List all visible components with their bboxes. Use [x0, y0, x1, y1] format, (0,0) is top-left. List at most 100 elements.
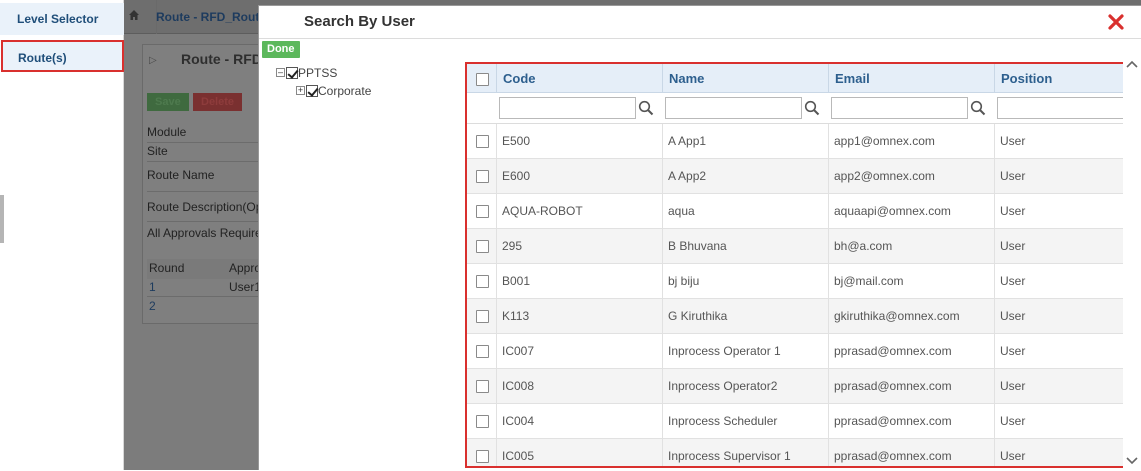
- cell-email: bh@a.com: [828, 229, 994, 264]
- user-grid: Code Name Email Position E500 A App1 app1@…: [465, 62, 1125, 468]
- collapse-icon[interactable]: –: [276, 68, 285, 78]
- tree-label-root[interactable]: PPTSS: [298, 66, 337, 80]
- email-filter-input[interactable]: [831, 97, 968, 119]
- cell-email: pprasad@omnex.com: [828, 404, 994, 439]
- cell-position: User: [994, 404, 1123, 439]
- cell-name: G Kiruthika: [662, 299, 828, 334]
- table-row[interactable]: IC008 Inprocess Operator2 pprasad@omnex.co…: [467, 369, 1123, 404]
- tree-label-corporate[interactable]: Corporate: [318, 84, 371, 98]
- cell-position: User: [994, 299, 1123, 334]
- grid-filter-row: [467, 93, 1123, 124]
- row-checkbox[interactable]: [476, 450, 489, 463]
- row-checkbox[interactable]: [476, 310, 489, 323]
- table-row[interactable]: E600 A App2 app2@omnex.com User: [467, 159, 1123, 194]
- cell-code: E500: [496, 124, 662, 159]
- cell-email: pprasad@omnex.com: [828, 334, 994, 369]
- position-filter-input[interactable]: [997, 97, 1123, 119]
- column-header-position[interactable]: Position: [994, 64, 1123, 93]
- column-header-name[interactable]: Name: [662, 64, 828, 93]
- cell-name: Inprocess Scheduler: [662, 404, 828, 439]
- column-header-email[interactable]: Email: [828, 64, 994, 93]
- name-filter-input[interactable]: [665, 97, 802, 119]
- route-panel: ▷ Route - RFD Save Delete Module Site Ro…: [142, 44, 272, 324]
- close-icon[interactable]: [1107, 13, 1125, 31]
- cell-code: E600: [496, 159, 662, 194]
- divider: [147, 161, 271, 162]
- save-button[interactable]: Save: [147, 93, 189, 111]
- dialog-title: Search By User: [304, 13, 415, 30]
- round-link-2[interactable]: 2: [149, 299, 156, 313]
- tree-node-corporate[interactable]: + Corporate: [296, 83, 371, 98]
- cell-code: K113: [496, 299, 662, 334]
- cell-email: app2@omnex.com: [828, 159, 994, 194]
- field-label-route-name: Route Name: [147, 168, 215, 182]
- round-link-1[interactable]: 1: [149, 280, 156, 294]
- cell-name: Inprocess Operator2: [662, 369, 828, 404]
- divider: [147, 221, 271, 222]
- select-all-checkbox[interactable]: [476, 73, 489, 86]
- tree-checkbox-root[interactable]: [286, 66, 298, 79]
- cell-name: Inprocess Operator 1: [662, 334, 828, 369]
- row-checkbox[interactable]: [476, 170, 489, 183]
- cell-name: B Bhuvana: [662, 229, 828, 264]
- cell-position: User: [994, 194, 1123, 229]
- tree-checkbox-corporate[interactable]: [306, 84, 318, 97]
- cell-code: AQUA-ROBOT: [496, 194, 662, 229]
- row-checkbox[interactable]: [476, 415, 489, 428]
- table-row[interactable]: IC005 Inprocess Supervisor 1 pprasad@omnex…: [467, 439, 1123, 466]
- table-row[interactable]: E500 A App1 app1@omnex.com User: [467, 124, 1123, 159]
- search-icon[interactable]: [804, 100, 820, 116]
- table-row[interactable]: B001 bj biju bj@mail.com User: [467, 264, 1123, 299]
- nav-routes[interactable]: Route(s): [1, 40, 124, 72]
- cell-email: gkiruthika@omnex.com: [828, 299, 994, 334]
- row-checkbox[interactable]: [476, 345, 489, 358]
- field-label-module: Module: [147, 125, 187, 139]
- search-by-user-dialog: Search By User Done – PPTSS + Corporate Co…: [258, 5, 1141, 471]
- search-icon[interactable]: [638, 100, 654, 116]
- field-label-all-approvals: All Approvals Require: [147, 226, 262, 240]
- breadcrumb[interactable]: Route - RFD_Route: [156, 10, 266, 24]
- search-icon[interactable]: [970, 100, 986, 116]
- scroll-down-icon[interactable]: [1126, 456, 1138, 466]
- expand-arrow-icon[interactable]: ▷: [149, 55, 169, 73]
- rounds-header-round: Round: [149, 261, 185, 275]
- cell-code: IC008: [496, 369, 662, 404]
- left-navigation: Level Selector Route(s): [0, 0, 124, 470]
- divider: [147, 191, 271, 192]
- left-scroll-indicator: [0, 195, 4, 243]
- done-button[interactable]: Done: [262, 41, 300, 58]
- table-row[interactable]: IC004 Inprocess Scheduler pprasad@omnex.co…: [467, 404, 1123, 439]
- rounds-header-approver: Appro: [229, 261, 262, 275]
- row-checkbox[interactable]: [476, 275, 489, 288]
- dialog-divider: [259, 38, 1141, 39]
- row-checkbox[interactable]: [476, 380, 489, 393]
- cell-code: IC005: [496, 439, 662, 466]
- home-icon[interactable]: [128, 9, 140, 21]
- cell-position: User: [994, 124, 1123, 159]
- cell-email: app1@omnex.com: [828, 124, 994, 159]
- cell-name: aqua: [662, 194, 828, 229]
- divider: [147, 142, 271, 143]
- grid-header: Code Name Email Position: [467, 64, 1123, 93]
- route-panel-title: Route - RFD: [181, 51, 262, 67]
- table-row[interactable]: 295 B Bhuvana bh@a.com User: [467, 229, 1123, 264]
- cell-position: User: [994, 264, 1123, 299]
- nav-level-selector[interactable]: Level Selector: [0, 3, 124, 35]
- tree-node-root[interactable]: – PPTSS: [276, 65, 337, 80]
- row-checkbox[interactable]: [476, 135, 489, 148]
- delete-button[interactable]: Delete: [193, 93, 243, 111]
- vertical-scrollbar[interactable]: [1123, 56, 1141, 471]
- cell-position: User: [994, 159, 1123, 194]
- cell-email: bj@mail.com: [828, 264, 994, 299]
- expand-icon[interactable]: +: [296, 86, 305, 96]
- cell-email: pprasad@omnex.com: [828, 439, 994, 466]
- code-filter-input[interactable]: [499, 97, 636, 119]
- row-checkbox[interactable]: [476, 240, 489, 253]
- table-row[interactable]: IC007 Inprocess Operator 1 pprasad@omnex.c…: [467, 334, 1123, 369]
- round-approver-1: User1: [229, 280, 262, 294]
- column-header-code[interactable]: Code: [496, 64, 662, 93]
- table-row[interactable]: AQUA-ROBOT aqua aquaapi@omnex.com User: [467, 194, 1123, 229]
- scroll-up-icon[interactable]: [1126, 59, 1138, 69]
- row-checkbox[interactable]: [476, 205, 489, 218]
- table-row[interactable]: K113 G Kiruthika gkiruthika@omnex.com User: [467, 299, 1123, 334]
